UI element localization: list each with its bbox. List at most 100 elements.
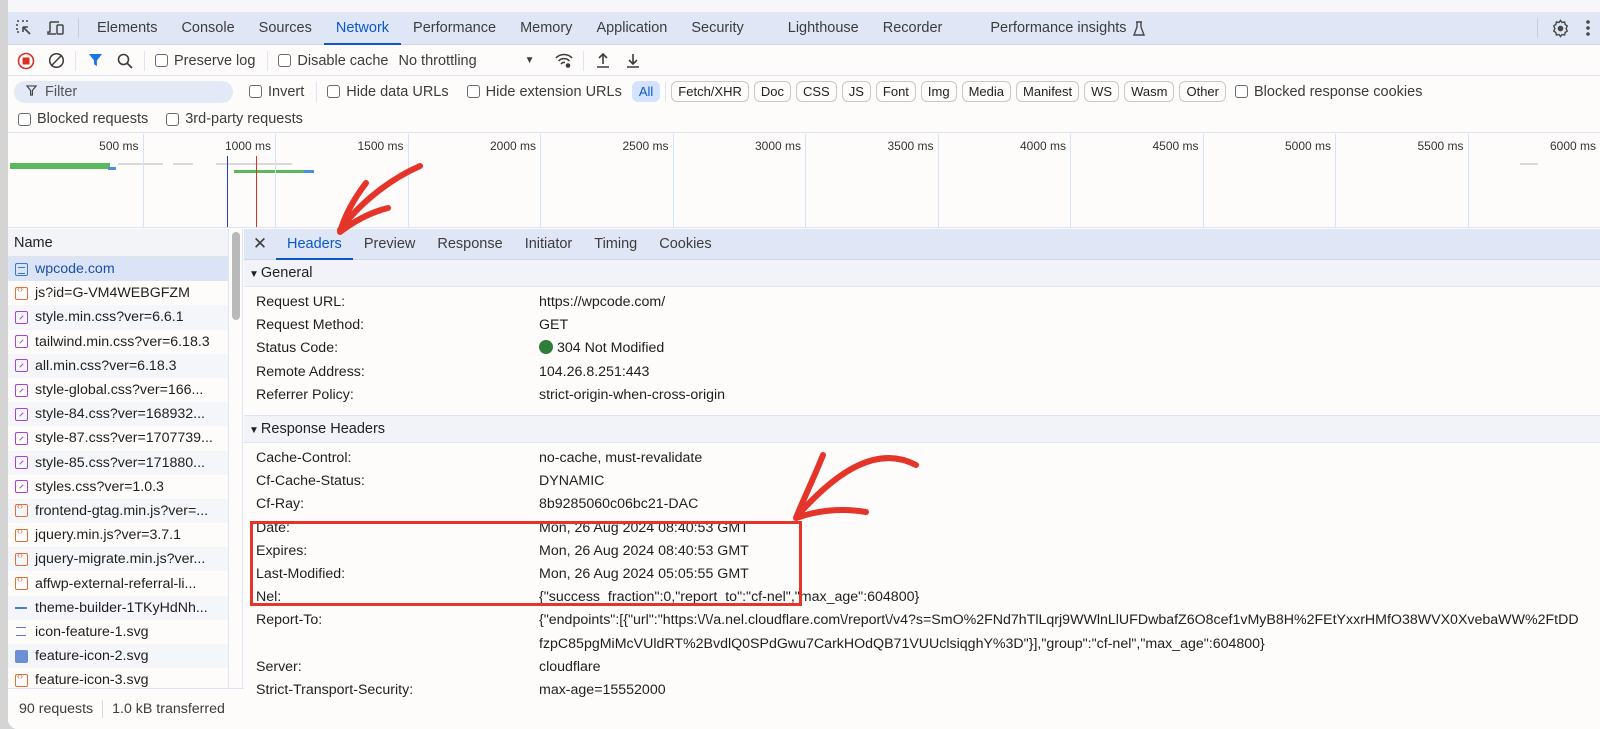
type-filter-img[interactable]: Img bbox=[920, 81, 957, 102]
tab-network[interactable]: Network bbox=[323, 12, 402, 45]
tab-timing[interactable]: Timing bbox=[583, 229, 648, 260]
type-filter-all[interactable]: All bbox=[631, 81, 661, 102]
tab-security[interactable]: Security bbox=[679, 12, 755, 45]
tab-preview[interactable]: Preview bbox=[353, 229, 427, 260]
header-value[interactable]: cloudflare bbox=[539, 656, 1600, 679]
header-value[interactable]: GET bbox=[539, 314, 1600, 337]
disable-cache-checkbox[interactable]: Disable cache bbox=[278, 53, 388, 69]
type-filter-media[interactable]: Media bbox=[961, 81, 1012, 102]
request-row[interactable]: jquery-migrate.min.js?ver... bbox=[8, 547, 228, 572]
request-row[interactable]: tailwind.min.css?ver=6.18.3 bbox=[8, 330, 228, 354]
request-row[interactable]: styles.css?ver=1.0.3 bbox=[8, 475, 228, 499]
tab-performance-insights-label: Performance insights bbox=[990, 19, 1127, 36]
throttling-select[interactable]: No throttling ▼ bbox=[398, 53, 548, 69]
tab-sources[interactable]: Sources bbox=[247, 12, 324, 45]
type-filter-wasm[interactable]: Wasm bbox=[1124, 81, 1175, 102]
export-har-icon[interactable] bbox=[618, 47, 648, 75]
tab-lighthouse[interactable]: Lighthouse bbox=[776, 12, 871, 45]
request-row[interactable]: style-85.css?ver=171880... bbox=[8, 450, 228, 475]
checkbox-box[interactable] bbox=[249, 85, 262, 98]
header-value[interactable]: 304 Not Modified bbox=[539, 337, 1600, 360]
record-stop-icon[interactable] bbox=[11, 47, 41, 75]
tab-cookies[interactable]: Cookies bbox=[648, 229, 722, 260]
tab-headers[interactable]: Headers bbox=[276, 229, 353, 260]
timeline-gridline bbox=[540, 134, 541, 227]
request-row[interactable]: theme-builder-1TKyHdNh... bbox=[8, 595, 228, 620]
request-row[interactable]: feature-icon-2.svg bbox=[8, 644, 228, 669]
header-value[interactable]: strict-origin-when-cross-origin bbox=[539, 384, 1600, 407]
import-har-icon[interactable] bbox=[588, 47, 618, 75]
network-overview-timeline[interactable]: 500 ms 1000 ms 1500 ms 2000 ms 2500 ms 3000 m… bbox=[8, 134, 1600, 228]
header-value[interactable]: Mon, 26 Aug 2024 08:40:53 GMT bbox=[539, 517, 1600, 540]
tab-application[interactable]: Application bbox=[584, 12, 679, 45]
header-value[interactable]: 104.26.8.251:443 bbox=[539, 361, 1600, 384]
type-filter-js[interactable]: JS bbox=[841, 81, 871, 102]
filter-funnel-icon[interactable] bbox=[80, 47, 110, 75]
header-value[interactable]: 8b9285060c06bc21-DAC bbox=[539, 493, 1600, 516]
type-filter-fetch-xhr[interactable]: Fetch/XHR bbox=[671, 81, 749, 102]
type-filter-doc[interactable]: Doc bbox=[753, 81, 791, 102]
header-value[interactable]: Mon, 26 Aug 2024 08:40:53 GMT bbox=[539, 540, 1600, 563]
request-row[interactable]: affwp-external-referral-li... bbox=[8, 571, 228, 595]
header-value[interactable]: DYNAMIC bbox=[539, 470, 1600, 493]
checkbox-box[interactable] bbox=[155, 54, 168, 67]
header-value[interactable]: Mon, 26 Aug 2024 05:05:55 GMT bbox=[539, 563, 1600, 586]
type-filter-other[interactable]: Other bbox=[1179, 81, 1226, 102]
request-row[interactable]: wpcode.com bbox=[8, 257, 228, 282]
filter-input[interactable]: Filter bbox=[14, 80, 233, 103]
more-vertical-icon[interactable] bbox=[1576, 12, 1600, 45]
tab-memory[interactable]: Memory bbox=[508, 12, 584, 45]
checkbox-box[interactable] bbox=[1234, 85, 1248, 98]
clear-icon[interactable] bbox=[41, 47, 71, 75]
network-conditions-icon[interactable] bbox=[549, 47, 579, 75]
checkbox-box[interactable] bbox=[18, 112, 31, 126]
header-value[interactable]: {"success_fraction":0,"report_to":"cf-ne… bbox=[539, 586, 1600, 609]
checkbox-box[interactable] bbox=[466, 85, 480, 98]
header-value[interactable]: max-age=15552000 bbox=[539, 679, 1600, 702]
tab-recorder[interactable]: Recorder bbox=[871, 12, 955, 45]
preserve-log-checkbox[interactable]: Preserve log bbox=[155, 53, 255, 69]
header-value[interactable]: no-cache, must-revalidate bbox=[539, 447, 1600, 470]
response-headers-section-header[interactable]: ▼ Response Headers bbox=[244, 416, 1600, 444]
name-column-header[interactable]: Name bbox=[8, 229, 228, 257]
request-row[interactable]: style-global.css?ver=166... bbox=[8, 378, 228, 402]
device-toolbar-icon[interactable] bbox=[40, 12, 72, 45]
type-filter-ws[interactable]: WS bbox=[1084, 81, 1120, 102]
timeline-gridline bbox=[1202, 134, 1204, 227]
blocked-requests-checkbox[interactable]: Blocked requests bbox=[18, 111, 148, 127]
request-row[interactable]: icon-feature-1.svg bbox=[8, 620, 228, 644]
request-row[interactable]: jquery.min.js?ver=3.7.1 bbox=[8, 523, 228, 547]
request-row[interactable]: frontend-gtag.min.js?ver=... bbox=[8, 498, 228, 524]
request-list-scrollbar[interactable] bbox=[229, 229, 243, 729]
inspect-element-icon[interactable] bbox=[8, 12, 40, 45]
tab-initiator[interactable]: Initiator bbox=[514, 229, 584, 260]
search-icon[interactable] bbox=[110, 47, 140, 75]
request-row[interactable]: js?id=G-VM4WEBGFZM bbox=[8, 281, 228, 305]
checkbox-box[interactable] bbox=[327, 85, 341, 98]
request-row[interactable]: style-84.css?ver=168932... bbox=[8, 402, 228, 427]
invert-checkbox[interactable]: Invert bbox=[249, 84, 304, 100]
request-row[interactable]: style-87.css?ver=1707739... bbox=[8, 426, 228, 450]
header-value[interactable]: https://wpcode.com/ bbox=[539, 291, 1600, 314]
tab-elements[interactable]: Elements bbox=[85, 12, 169, 45]
checkbox-box[interactable] bbox=[166, 112, 180, 126]
tab-response[interactable]: Response bbox=[426, 229, 513, 260]
gear-icon[interactable] bbox=[1544, 12, 1576, 45]
request-row[interactable]: all.min.css?ver=6.18.3 bbox=[8, 353, 228, 378]
checkbox-box[interactable] bbox=[278, 54, 292, 67]
third-party-requests-checkbox[interactable]: 3rd-party requests bbox=[166, 111, 303, 127]
type-filter-manifest[interactable]: Manifest bbox=[1016, 81, 1080, 102]
type-filter-font[interactable]: Font bbox=[875, 81, 916, 102]
tab-performance[interactable]: Performance bbox=[401, 12, 508, 45]
hide-data-urls-checkbox[interactable]: Hide data URLs bbox=[327, 84, 449, 100]
blocked-response-cookies-checkbox[interactable]: Blocked response cookies bbox=[1234, 84, 1422, 100]
hide-extension-urls-checkbox[interactable]: Hide extension URLs bbox=[466, 84, 622, 100]
close-icon[interactable]: ✕ bbox=[244, 234, 276, 254]
scrollbar-thumb[interactable] bbox=[232, 232, 240, 320]
general-section-header[interactable]: ▼ General bbox=[244, 260, 1600, 287]
header-value[interactable]: {"endpoints":[{"url":"https:\/\/a.nel.cl… bbox=[539, 609, 1600, 655]
request-row[interactable]: style.min.css?ver=6.6.1 bbox=[8, 305, 228, 330]
tab-console[interactable]: Console bbox=[169, 12, 246, 45]
type-filter-css[interactable]: CSS bbox=[796, 81, 837, 102]
tab-performance-insights[interactable]: Performance insights bbox=[978, 12, 1156, 45]
